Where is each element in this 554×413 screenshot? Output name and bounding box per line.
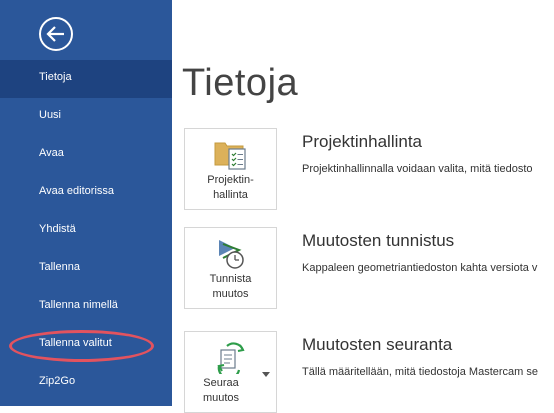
card-heading: Projektinhallinta (302, 132, 423, 151)
nav-item-tallenna-nimella[interactable]: Tallenna nimellä (0, 288, 172, 326)
nav-item-label: Uusi (39, 109, 62, 121)
nav-item-tallenna-valitut[interactable]: Tallenna valitut (0, 326, 172, 364)
detect-change-button[interactable]: Tunnista muutos (184, 227, 277, 309)
tile-label-line2: muutos (202, 392, 240, 404)
tile-label: Seuraa muutos (185, 376, 257, 406)
tile-label: Projektin- hallinta (185, 173, 276, 203)
page-title: Tietoja (182, 62, 299, 104)
tile-label-line1: Seuraa (203, 377, 239, 389)
nav-item-label: Yhdistä (39, 223, 76, 235)
tile-label-line2: muutos (212, 288, 249, 300)
nav-item-label: Zip2Go (39, 375, 76, 387)
folder-checklist-icon (214, 142, 246, 170)
nav-item-avaa[interactable]: Avaa (0, 136, 172, 174)
tile-label-line2: hallinta (213, 189, 248, 201)
nav-item-label: Tallenna (39, 261, 80, 273)
nav-item-tietoja[interactable]: Tietoja (0, 60, 172, 98)
nav-item-label: Tallenna nimellä (39, 299, 118, 311)
backstage-sidebar: Tietoja Uusi Avaa Avaa editorissa Yhdist… (0, 0, 172, 406)
track-change-button[interactable]: Seuraa muutos (184, 331, 277, 413)
nav-item-uusi[interactable]: Uusi (0, 98, 172, 136)
nav-item-label: Avaa (39, 147, 64, 159)
backstage-nav: Tietoja Uusi Avaa Avaa editorissa Yhdist… (0, 60, 172, 402)
card-heading: Muutosten seuranta (302, 335, 453, 354)
change-detection-icon (219, 240, 244, 269)
nav-item-zip2go[interactable]: Zip2Go (0, 364, 172, 402)
nav-item-label: Avaa editorissa (39, 185, 115, 197)
back-arrow-icon (39, 17, 73, 51)
project-management-button[interactable]: Projektin- hallinta (184, 128, 277, 210)
nav-item-avaa-editorissa[interactable]: Avaa editorissa (0, 174, 172, 212)
card-heading: Muutosten tunnistus (302, 231, 455, 250)
tile-label: Tunnista muutos (185, 272, 276, 302)
nav-item-label: Tietoja (39, 71, 72, 83)
tile-label-line1: Projektin- (207, 174, 254, 186)
track-changes-icon (217, 342, 245, 374)
card-description: Kappaleen geometriantiedoston kahta vers… (302, 262, 538, 274)
card-description: Projektinhallinnalla voidaan valita, mit… (302, 163, 533, 175)
chevron-down-icon[interactable] (261, 370, 271, 378)
tile-label-line1: Tunnista (209, 273, 252, 285)
nav-item-yhdista[interactable]: Yhdistä (0, 212, 172, 250)
nav-item-label: Tallenna valitut (39, 337, 112, 349)
nav-item-tallenna[interactable]: Tallenna (0, 250, 172, 288)
card-description: Tällä määritellään, mitä tiedostoja Mast… (302, 366, 538, 378)
back-button[interactable] (38, 16, 74, 52)
